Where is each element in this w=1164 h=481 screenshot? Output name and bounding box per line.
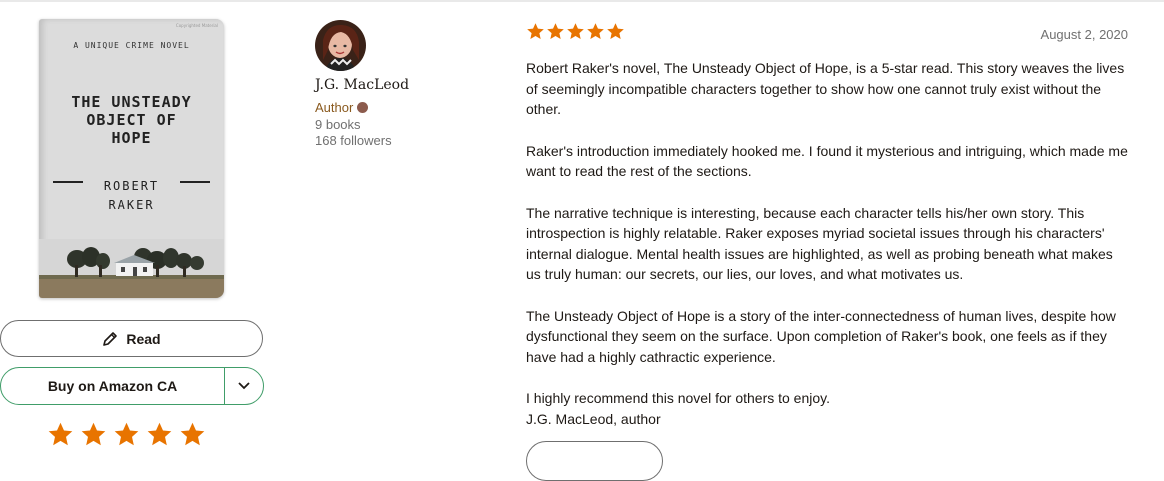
review-text: Robert Raker's novel, The Unsteady Objec… [526,58,1131,429]
user-rating-stars[interactable] [47,421,206,448]
star-icon [567,23,584,40]
review-rating-stars [526,22,625,41]
reviewer-name[interactable]: J.G. MacLeod [315,77,409,93]
star-icon [607,23,624,40]
book-cover[interactable]: Copyrighted Material A UNIQUE CRIME NOVE… [39,19,224,298]
cover-title-line: OBJECT OF [86,111,177,129]
avatar-image [315,20,366,71]
author-badge-icon [357,102,369,113]
cover-copyright-mark: Copyrighted Material [175,23,218,28]
cover-title-line: THE UNSTEADY [71,93,192,111]
star-icon[interactable] [146,421,173,448]
buy-amazon-button[interactable]: Buy on Amazon CA [1,378,224,394]
star-icon [587,23,604,40]
buy-options-dropdown-button[interactable] [225,382,263,390]
cover-author-line: ROBERT [103,179,160,193]
read-button[interactable]: Read [0,320,263,357]
buy-amazon-button-group: Buy on Amazon CA [0,367,264,405]
star-icon [547,23,564,40]
cover-landscape-image [39,239,224,298]
read-button-label: Read [126,330,161,347]
star-icon[interactable] [179,421,206,448]
review-paragraph: The Unsteady Object of Hope is a story o… [526,307,1116,365]
reviewer-role-label: Author [315,100,354,115]
review-date[interactable]: August 2, 2020 [1041,27,1128,42]
pencil-icon [103,331,118,346]
reviewer-avatar[interactable] [315,20,366,71]
review-signature: J.G. MacLeod, author [526,410,661,427]
reviewer-followers-count: 168 followers [315,133,392,148]
star-icon[interactable] [80,421,107,448]
star-icon[interactable] [47,421,74,448]
review-paragraph: The narrative technique is interesting, … [526,204,1113,283]
cover-title-line: HOPE [111,129,152,147]
chevron-down-icon [238,382,250,390]
cover-author-line: RAKER [108,198,155,212]
cover-author: ROBERT RAKER [39,177,224,215]
cover-title: THE UNSTEADY OBJECT OF HOPE [39,93,224,147]
review-closing-line: I highly recommend this novel for others… [526,390,831,406]
cover-series-text: A UNIQUE CRIME NOVEL [73,41,190,50]
like-button[interactable] [526,441,663,481]
reviewer-role: Author [315,100,369,115]
reviewer-books-count: 9 books [315,117,361,132]
review-paragraph: Robert Raker's novel, The Unsteady Objec… [526,60,1125,117]
review-paragraph: Raker's introduction immediately hooked … [526,142,1128,180]
star-icon[interactable] [113,421,140,448]
star-icon [527,23,544,40]
top-divider [0,0,1164,2]
